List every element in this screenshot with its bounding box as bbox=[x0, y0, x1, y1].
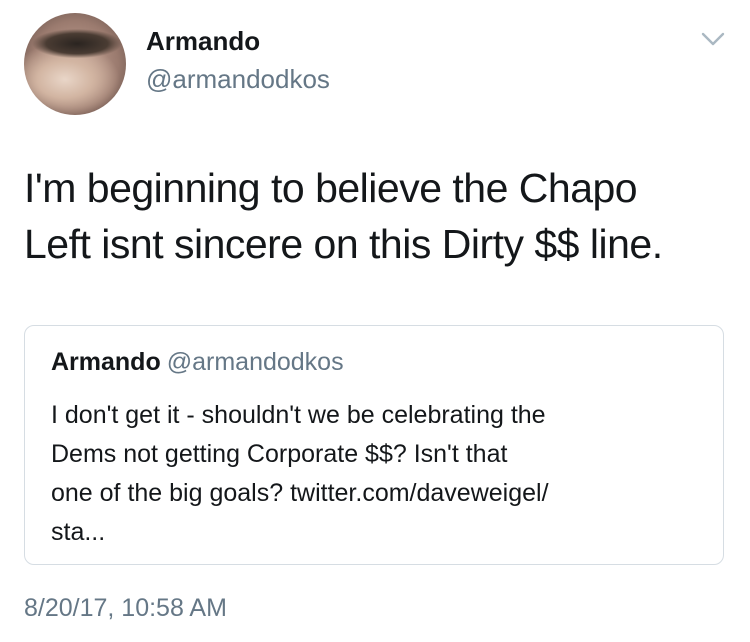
tweet-text-line: I'm beginning to believe the Chapo bbox=[24, 165, 638, 211]
tweet-timestamp[interactable]: 8/20/17, 10:58 AM bbox=[24, 594, 227, 623]
author-display-name[interactable]: Armando bbox=[146, 26, 260, 57]
chevron-down-icon[interactable] bbox=[700, 30, 726, 48]
quoted-text-line: Dems not getting Corporate $$? Isn't tha… bbox=[51, 440, 508, 468]
avatar[interactable] bbox=[24, 13, 126, 115]
quoted-author-name: Armando bbox=[51, 348, 161, 376]
quoted-author-handle: @armandodkos bbox=[166, 348, 344, 376]
quoted-tweet-text: I don't get it - shouldn't we be celebra… bbox=[51, 396, 711, 552]
tweet-text: I'm beginning to believe the Chapo Left … bbox=[24, 160, 724, 272]
quoted-text-line: sta... bbox=[51, 518, 106, 546]
quoted-text-line: I don't get it - shouldn't we be celebra… bbox=[51, 401, 546, 429]
quoted-tweet-card[interactable]: Armando @armandodkos I don't get it - sho… bbox=[24, 325, 724, 565]
tweet-text-line: Left isnt sincere on this Dirty $$ line. bbox=[24, 221, 663, 267]
quoted-tweet-header: Armando @armandodkos bbox=[51, 348, 344, 377]
author-handle[interactable]: @armandodkos bbox=[146, 64, 330, 95]
quoted-text-line: one of the big goals? twitter.com/davewe… bbox=[51, 479, 549, 507]
